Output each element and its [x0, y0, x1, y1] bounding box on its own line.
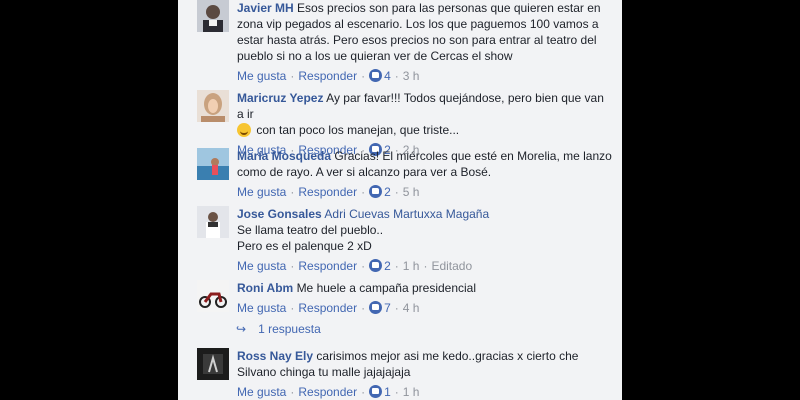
separator: ·	[361, 301, 366, 315]
timestamp[interactable]: 4 h	[403, 301, 420, 315]
laughing-emoji-icon	[237, 123, 251, 137]
reply-button[interactable]: Responder	[298, 301, 357, 315]
reply-button[interactable]: Responder	[298, 259, 357, 273]
separator: ·	[290, 185, 295, 199]
like-button[interactable]: Me gusta	[237, 301, 286, 315]
timestamp[interactable]: 5 h	[403, 185, 420, 199]
comment-text-block: Javier MH Esos precios son para las pers…	[237, 0, 612, 64]
comment-text-block: María Mosqueda Gracias! El miércoles que…	[237, 148, 612, 180]
reactions[interactable]: 7	[369, 301, 391, 315]
reactions[interactable]: 1	[369, 385, 391, 399]
avatar[interactable]	[197, 148, 229, 180]
reactions[interactable]: 4	[369, 69, 391, 83]
comment-author[interactable]: Ross Nay Ely	[237, 349, 313, 363]
reply-button[interactable]: Responder	[298, 185, 357, 199]
comment-text-block: Roni Abm Me huele a campaña presidencial	[237, 280, 612, 296]
like-icon	[369, 69, 383, 82]
comment-actions: Me gusta · Responder · 1 · 1 h	[237, 385, 612, 399]
reaction-count: 2	[384, 259, 391, 273]
separator: ·	[361, 185, 366, 199]
comment-text-block: Maricruz Yepez Ay par favar!!! Todos que…	[237, 90, 612, 138]
like-button[interactable]: Me gusta	[237, 69, 286, 83]
comment-text-block: Ross Nay Ely carisimos mejor asi me kedo…	[237, 348, 612, 380]
comment-text-block: Jose Gonsales Adri Cuevas Martuxxa Magañ…	[237, 206, 612, 254]
separator: ·	[394, 301, 399, 315]
reactions[interactable]: 2	[369, 185, 391, 199]
comment-author[interactable]: Roni Abm	[237, 281, 293, 295]
comment-author[interactable]: Maricruz Yepez	[237, 91, 323, 105]
like-button[interactable]: Me gusta	[237, 259, 286, 273]
reply-button[interactable]: Responder	[298, 69, 357, 83]
view-replies-link[interactable]: ↪ 1 respuesta	[236, 322, 321, 336]
avatar-photo-icon	[197, 348, 229, 380]
avatar[interactable]	[197, 0, 229, 32]
comment-author[interactable]: Javier MH	[237, 1, 294, 15]
reaction-count: 1	[384, 385, 391, 399]
avatar-photo-icon	[197, 206, 229, 238]
separator: ·	[361, 259, 366, 273]
like-icon	[369, 259, 383, 272]
timestamp[interactable]: 1 h	[403, 385, 420, 399]
reactions[interactable]: 2	[369, 259, 391, 273]
separator: ·	[423, 259, 428, 273]
avatar[interactable]	[197, 348, 229, 380]
replies-count-label: 1 respuesta	[258, 322, 321, 336]
comment-text: Se llama teatro del pueblo..	[237, 223, 384, 237]
comment-actions: Me gusta · Responder · 7 · 4 h	[237, 301, 612, 315]
timestamp[interactable]: 3 h	[403, 69, 420, 83]
reaction-count: 7	[384, 301, 391, 315]
separator: ·	[290, 301, 295, 315]
separator: ·	[290, 69, 295, 83]
motorcycle-photo-icon	[197, 280, 229, 312]
comment-text-continued: con tan poco los manejan, que triste...	[256, 123, 460, 137]
comment-actions: Me gusta · Responder · 2 · 5 h	[237, 185, 612, 199]
separator: ·	[394, 185, 399, 199]
separator: ·	[290, 385, 295, 399]
comment-author[interactable]: María Mosqueda	[237, 149, 331, 163]
separator: ·	[394, 259, 399, 273]
separator: ·	[290, 259, 295, 273]
reply-arrow-icon: ↪	[236, 322, 247, 336]
comment-actions: Me gusta · Responder · 2 · 1 h · Editado	[237, 259, 612, 273]
avatar[interactable]	[197, 280, 229, 312]
like-button[interactable]: Me gusta	[237, 185, 286, 199]
avatar[interactable]	[197, 206, 229, 238]
separator: ·	[394, 385, 399, 399]
reaction-count: 2	[384, 185, 391, 199]
tagged-user-link[interactable]: Adri Cuevas Martuxxa Magaña	[324, 207, 489, 221]
like-button[interactable]: Me gusta	[237, 385, 286, 399]
separator: ·	[361, 385, 366, 399]
reaction-count: 4	[384, 69, 391, 83]
timestamp[interactable]: 1 h	[403, 259, 420, 273]
comments-panel: Javier MH Esos precios son para las pers…	[178, 0, 622, 400]
comment-text: Me huele a campaña presidencial	[296, 281, 477, 295]
like-icon	[369, 385, 383, 398]
comment-actions: Me gusta · Responder · 4 · 3 h	[237, 69, 612, 83]
reply-button[interactable]: Responder	[298, 385, 357, 399]
like-icon	[369, 301, 383, 314]
comment-author[interactable]: Jose Gonsales	[237, 207, 322, 221]
separator: ·	[361, 69, 366, 83]
edited-label[interactable]: Editado	[431, 259, 472, 273]
like-icon	[369, 185, 383, 198]
avatar-photo-icon	[197, 148, 229, 180]
avatar[interactable]	[197, 90, 229, 122]
avatar-photo-icon	[197, 0, 229, 32]
comment-text-continued: Pero es el palenque 2 xD	[237, 239, 372, 253]
separator: ·	[394, 69, 399, 83]
avatar-photo-icon	[197, 90, 229, 122]
